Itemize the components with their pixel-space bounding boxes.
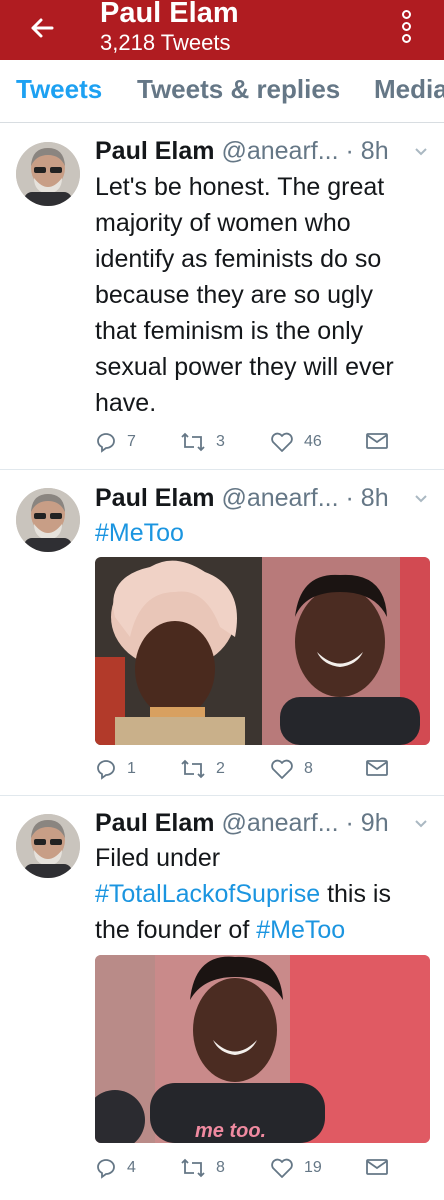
tweet-time: · 8h xyxy=(345,484,389,512)
profile-name: Paul Elam xyxy=(100,0,239,29)
author-handle[interactable]: @anearf... xyxy=(221,484,338,512)
tweet-actions: 1 2 8 xyxy=(95,758,425,788)
photo-image xyxy=(95,557,430,745)
tweet-time: · 8h xyxy=(345,137,389,165)
tweet-text: Filed under #TotalLackofSuprise this is … xyxy=(95,840,435,948)
tweet-media[interactable] xyxy=(95,557,430,745)
share-button[interactable] xyxy=(365,431,399,451)
tweet-text-fragment: this is xyxy=(320,880,391,908)
tweet-text-line: that feminism is the only xyxy=(95,317,364,345)
tweet-text: Let's be honest. The great majority of w… xyxy=(95,169,435,421)
tweet-actions: 7 3 46 xyxy=(95,431,425,461)
mail-icon xyxy=(366,433,388,449)
chevron-down-icon[interactable] xyxy=(414,147,428,157)
more-vertical-icon[interactable] xyxy=(398,10,420,50)
author-handle[interactable]: @anearf... xyxy=(221,809,338,837)
tweet-media[interactable]: me too. xyxy=(95,955,430,1143)
share-button[interactable] xyxy=(365,758,399,778)
author-name[interactable]: Paul Elam xyxy=(95,484,215,512)
tweet-count: 3,218 Tweets xyxy=(100,30,231,55)
retweet-icon xyxy=(181,759,205,779)
tweet-text-line: Let's be honest. The great xyxy=(95,173,385,201)
hashtag-link[interactable]: #TotalLackofSuprise xyxy=(95,880,320,908)
retweet-icon xyxy=(181,432,205,452)
profile-header: Paul Elam 3,218 Tweets xyxy=(0,0,444,60)
shirt-text: me too. xyxy=(195,1120,266,1142)
reply-icon xyxy=(97,433,115,453)
author-name[interactable]: Paul Elam xyxy=(95,809,215,837)
tweet-text-line: the founder of #MeToo xyxy=(95,912,435,948)
heart-icon xyxy=(271,759,293,779)
reply-button[interactable]: 4 xyxy=(95,1157,136,1179)
tab-media[interactable]: Media xyxy=(374,74,444,105)
avatar[interactable] xyxy=(16,488,80,552)
tab-tweets-replies[interactable]: Tweets & replies xyxy=(137,74,340,105)
tweet-text: #MeToo xyxy=(95,515,435,551)
tweet[interactable]: Paul Elam @anearf... · 8h #MeToo 1 2 8 xyxy=(0,470,444,796)
reply-icon xyxy=(97,1159,115,1179)
like-count: 8 xyxy=(304,760,313,777)
tweet-text-line: because they are so ugly xyxy=(95,281,373,309)
tweet-header: Paul Elam @anearf... · 9h xyxy=(95,807,389,839)
tweet-text-line: sexual power they will ever xyxy=(95,353,394,381)
reply-count: 7 xyxy=(127,433,136,450)
mail-icon xyxy=(366,760,388,776)
arrow-left-icon[interactable] xyxy=(26,12,58,44)
retweet-button[interactable]: 3 xyxy=(180,431,225,453)
reply-icon xyxy=(97,760,115,780)
like-count: 46 xyxy=(304,433,322,450)
tweet[interactable]: Paul Elam @anearf... · 8h Let's be hones… xyxy=(0,123,444,470)
retweet-button[interactable]: 8 xyxy=(180,1157,225,1179)
like-button[interactable]: 8 xyxy=(270,758,313,780)
author-name[interactable]: Paul Elam xyxy=(95,137,215,165)
reply-count: 1 xyxy=(127,760,136,777)
profile-tabs: Tweets Tweets & replies Media xyxy=(0,60,444,123)
hashtag-link[interactable]: #MeToo xyxy=(95,519,184,547)
tweet-text-line: majority of women who xyxy=(95,209,351,237)
avatar-image xyxy=(16,814,80,878)
avatar[interactable] xyxy=(16,814,80,878)
tweet-time: · 9h xyxy=(345,809,389,837)
tweet-text-line: identify as feminists do so xyxy=(95,245,382,273)
tweet-text-line: Filed under xyxy=(95,844,221,872)
avatar[interactable] xyxy=(16,142,80,206)
photo-image: me too. xyxy=(95,955,430,1143)
retweet-count: 8 xyxy=(216,1159,225,1176)
tweet-text-line: #TotalLackofSuprise this is xyxy=(95,876,435,912)
tab-tweets[interactable]: Tweets xyxy=(16,74,102,105)
share-button[interactable] xyxy=(365,1157,399,1177)
avatar-image xyxy=(16,142,80,206)
retweet-count: 3 xyxy=(216,433,225,450)
avatar-image xyxy=(16,488,80,552)
reply-button[interactable]: 1 xyxy=(95,758,136,780)
chevron-down-icon[interactable] xyxy=(414,494,428,504)
chevron-down-icon[interactable] xyxy=(414,819,428,829)
hashtag-link[interactable]: #MeToo xyxy=(256,916,345,944)
retweet-count: 2 xyxy=(216,760,225,777)
author-handle[interactable]: @anearf... xyxy=(221,137,338,165)
like-button[interactable]: 46 xyxy=(270,431,322,453)
like-count: 19 xyxy=(304,1159,322,1176)
tweet-actions: 4 8 19 xyxy=(95,1157,425,1187)
heart-icon xyxy=(271,432,293,452)
tweet-text-fragment: the founder of xyxy=(95,916,257,944)
reply-count: 4 xyxy=(127,1159,136,1176)
tweet-header: Paul Elam @anearf... · 8h xyxy=(95,482,389,514)
tweet-text-line: have. xyxy=(95,389,157,417)
tweet[interactable]: Paul Elam @anearf... · 9h Filed under #T… xyxy=(0,796,444,1200)
like-button[interactable]: 19 xyxy=(270,1157,322,1179)
tweet-header: Paul Elam @anearf... · 8h xyxy=(95,135,389,167)
reply-button[interactable]: 7 xyxy=(95,431,136,453)
heart-icon xyxy=(271,1158,293,1178)
retweet-icon xyxy=(181,1158,205,1178)
mail-icon xyxy=(366,1159,388,1175)
retweet-button[interactable]: 2 xyxy=(180,758,225,780)
